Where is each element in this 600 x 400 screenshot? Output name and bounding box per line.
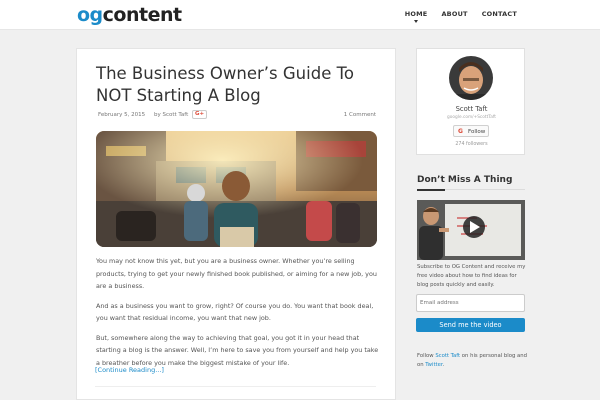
post-meta: February 5, 2015 by Scott Taft G+ 1 Comm… <box>98 110 376 122</box>
street-scene-illustration <box>96 131 377 247</box>
twitter-link[interactable]: Twitter <box>425 362 442 368</box>
avatar[interactable] <box>449 56 493 100</box>
video-thumbnail[interactable] <box>417 200 525 260</box>
post-excerpt: You may not know this yet, but you are a… <box>96 255 379 376</box>
excerpt-paragraph: But, somewhere along the way to achievin… <box>96 333 379 367</box>
post-author[interactable]: by Scott Taft <box>154 112 188 118</box>
follow-suffix: . <box>442 362 445 368</box>
nav-contact[interactable]: CONTACT <box>475 10 524 18</box>
post-divider <box>95 386 376 387</box>
profile-url[interactable]: google.com/+ScottTaft <box>417 115 526 120</box>
gplus-follow-button[interactable]: G Follow <box>453 125 489 137</box>
comments-link[interactable]: 1 Comment <box>344 112 376 118</box>
post-title[interactable]: The Business Owner’s Guide To NOT Starti… <box>96 63 386 107</box>
nav-home[interactable]: HOME <box>398 10 435 23</box>
post-hero-image[interactable] <box>96 131 377 247</box>
send-video-button[interactable]: Send me the video <box>416 318 525 332</box>
post-date: February 5, 2015 <box>98 112 146 118</box>
email-field[interactable] <box>416 294 525 312</box>
profile-name[interactable]: Scott Taft <box>417 105 526 113</box>
logo-content-text: content <box>102 4 182 26</box>
followers-count: 274 followers <box>455 142 488 147</box>
widget-description: Subscribe to OG Content and receive my f… <box>417 264 526 288</box>
post-card: The Business Owner’s Guide To NOT Starti… <box>76 48 396 400</box>
author-blog-link[interactable]: Scott Taft <box>435 353 460 359</box>
site-logo[interactable]: ogcontent <box>77 4 182 26</box>
widget-title-underline <box>417 189 525 191</box>
logo-og-text: og <box>77 4 103 26</box>
author-profile-card: Scott Taft google.com/+ScottTaft G Follo… <box>416 48 525 155</box>
follow-note: Follow Scott Taft on his personal blog a… <box>417 352 529 370</box>
excerpt-paragraph: And as a business you want to grow, righ… <box>96 301 374 323</box>
google-plus-icon: G <box>458 128 463 135</box>
follow-prefix: Follow <box>417 353 436 359</box>
continue-reading-link[interactable]: [Continue Reading...] <box>95 366 164 374</box>
gplus-icon[interactable]: G+ <box>192 110 207 119</box>
follow-label: Follow <box>468 129 486 135</box>
excerpt-paragraph: You may not know this yet, but you are a… <box>96 257 377 290</box>
widget-title: Don’t Miss A Thing <box>417 175 513 185</box>
author-portrait <box>449 56 493 100</box>
main-nav: HOME ABOUT CONTACT <box>398 10 524 23</box>
video-preview-illustration <box>417 200 525 260</box>
nav-about[interactable]: ABOUT <box>434 10 474 18</box>
site-header: ogcontent HOME ABOUT CONTACT <box>0 0 600 30</box>
